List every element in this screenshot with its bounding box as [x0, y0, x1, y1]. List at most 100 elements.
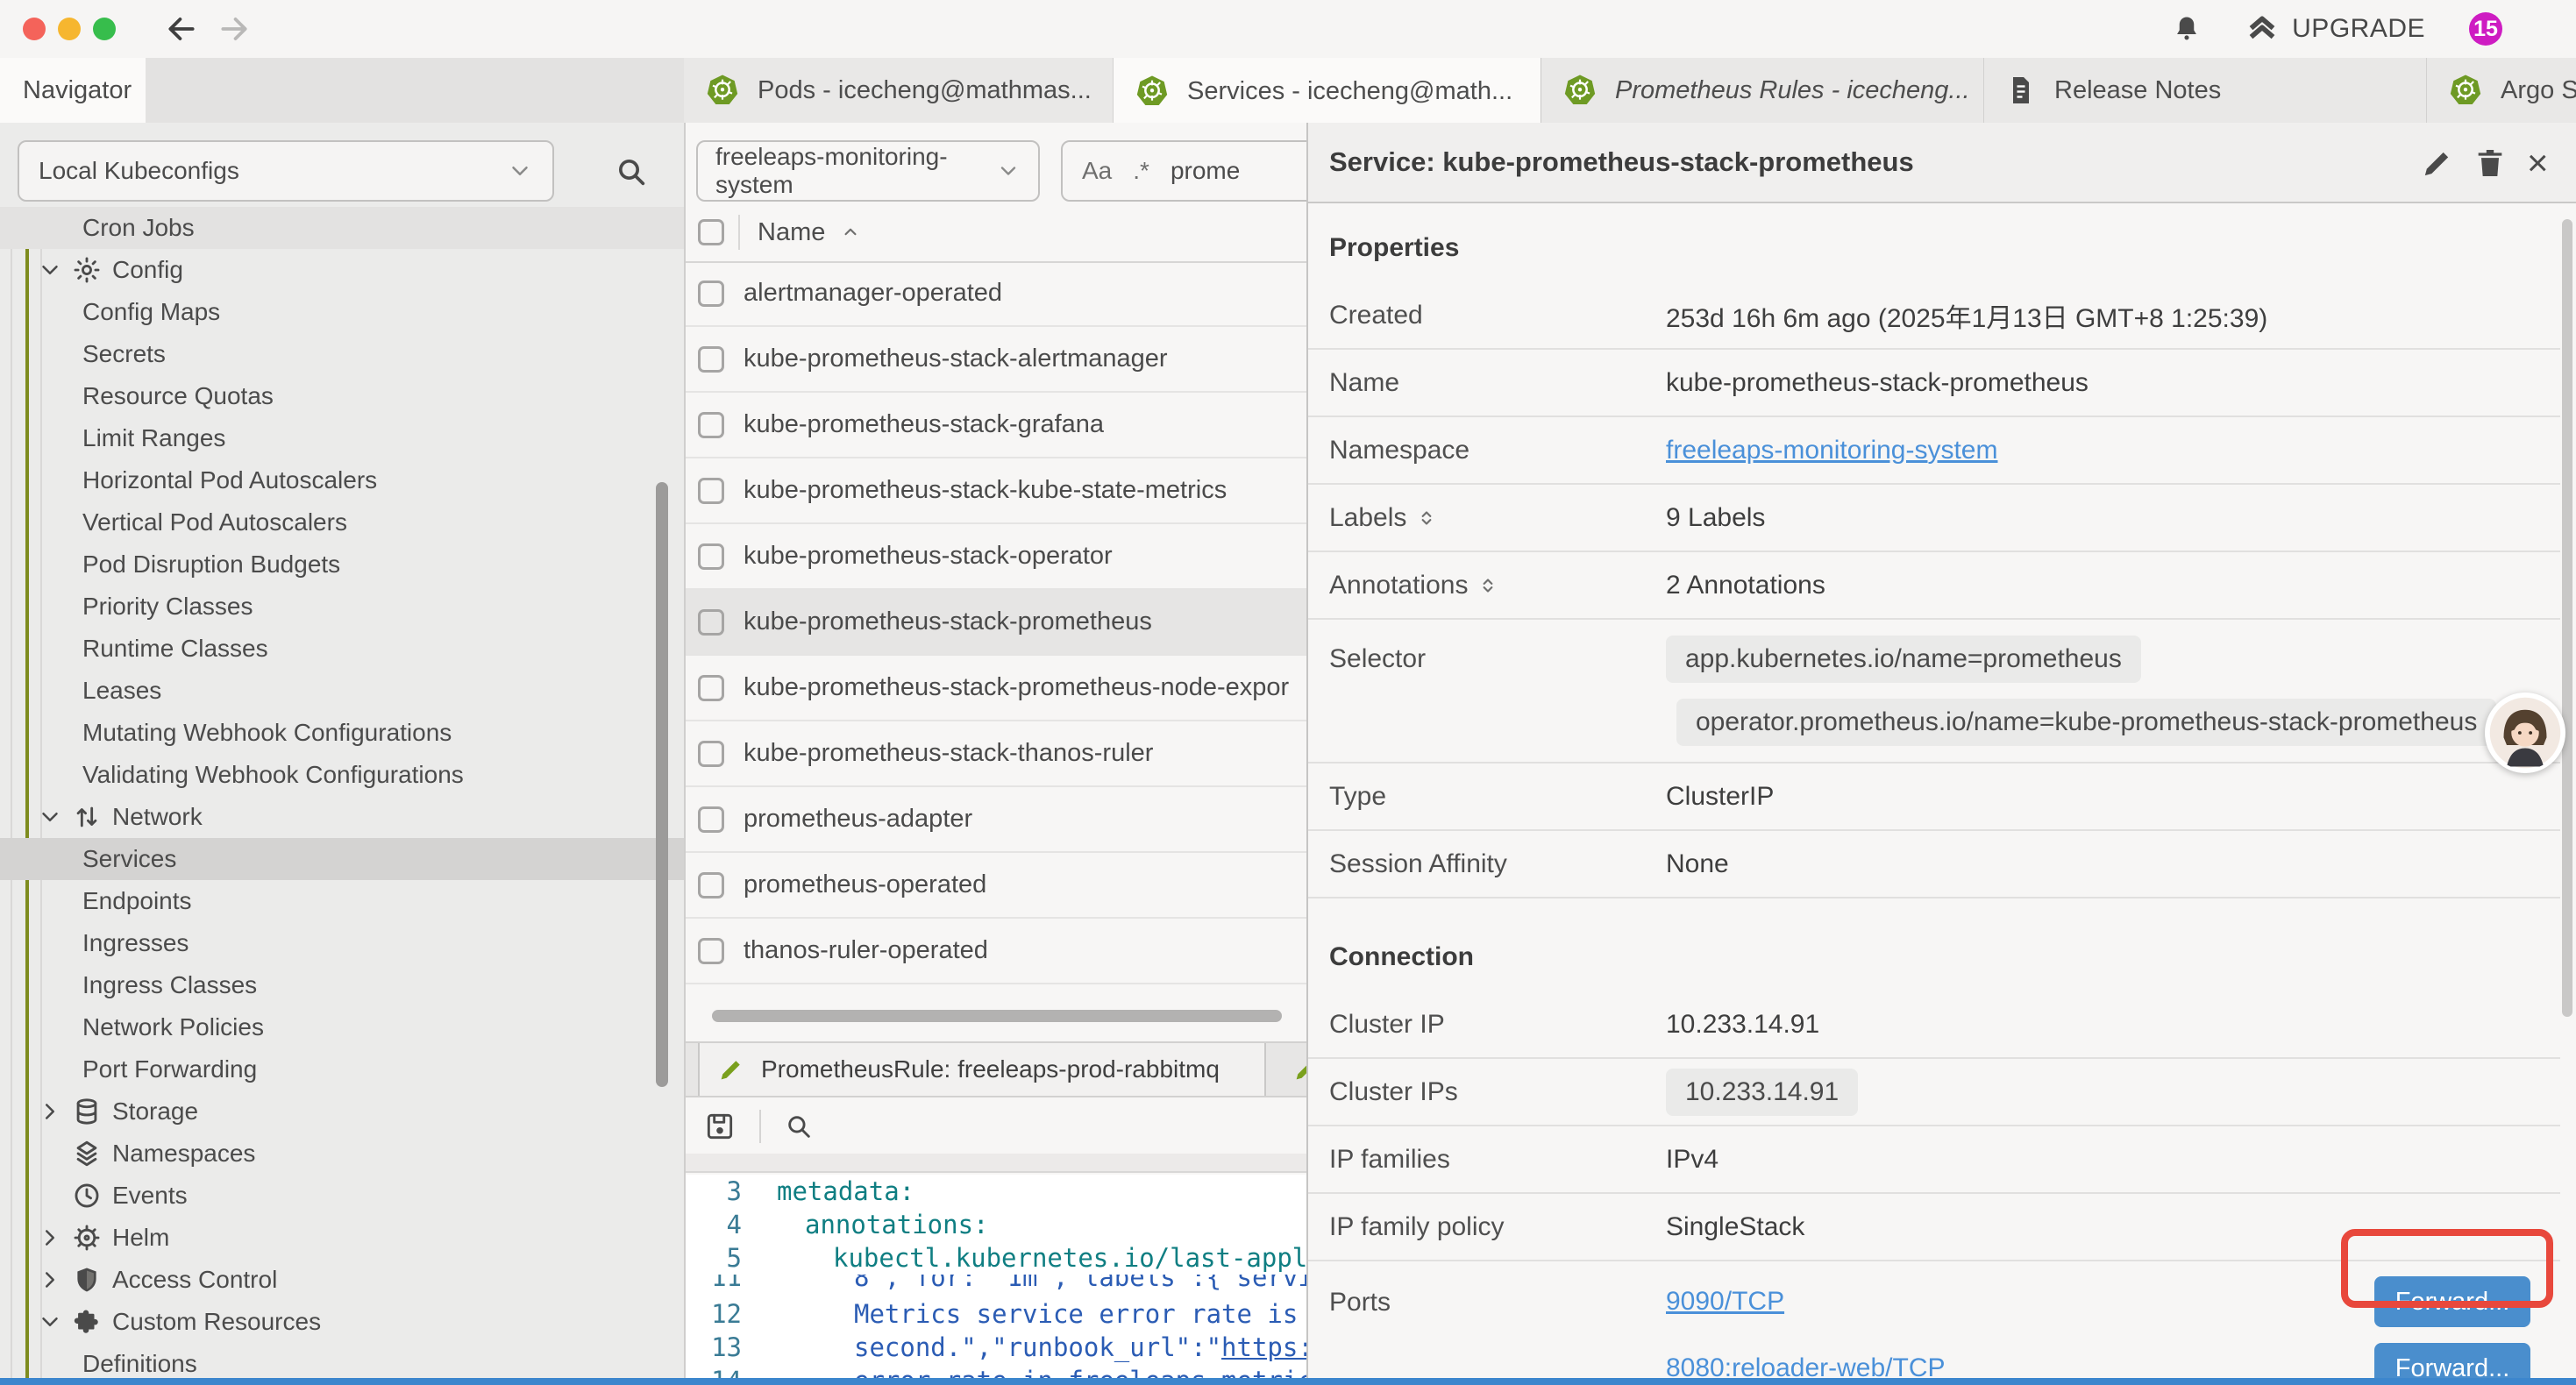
- regex-icon[interactable]: .*: [1133, 157, 1149, 185]
- close-panel-icon[interactable]: ×: [2527, 146, 2562, 181]
- notifications-bell-icon[interactable]: [2171, 13, 2202, 45]
- sidebar-item-custom-resources[interactable]: Custom Resources: [0, 1301, 684, 1343]
- table-row[interactable]: kube-prometheus-stack-alertmanager: [686, 327, 1308, 393]
- selector-chip[interactable]: operator.prometheus.io/name=kube-prometh…: [1676, 699, 2496, 746]
- chevron-right-icon[interactable]: [37, 1098, 63, 1125]
- sidebar-item-runtime-classes[interactable]: Runtime Classes: [0, 628, 684, 670]
- sidebar-item-network-policies[interactable]: Network Policies: [0, 1006, 684, 1048]
- chevron-right-icon[interactable]: [37, 1225, 63, 1251]
- close-window-button[interactable]: [23, 18, 46, 40]
- editor-tab-stub[interactable]: [1280, 1043, 1308, 1096]
- row-checkbox[interactable]: [698, 543, 724, 570]
- sidebar-item-helm[interactable]: Helm: [0, 1217, 684, 1259]
- chevron-down-icon[interactable]: [37, 1309, 63, 1335]
- tab-prometheus-rules[interactable]: Prometheus Rules - icecheng...: [1541, 58, 1984, 123]
- sidebar-item-priority-classes[interactable]: Priority Classes: [0, 586, 684, 628]
- chevron-down-icon[interactable]: [37, 804, 63, 830]
- table-row[interactable]: kube-prometheus-stack-grafana: [686, 393, 1308, 458]
- port-link-9090[interactable]: 9090/TCP: [1666, 1287, 1784, 1317]
- sidebar-search-icon[interactable]: [614, 154, 649, 189]
- horizontal-scrollbar[interactable]: [712, 1010, 1282, 1022]
- row-checkbox[interactable]: [698, 938, 724, 964]
- editor-tab-prometheusrule[interactable]: PrometheusRule: freeleaps-prod-rabbitmq: [698, 1043, 1266, 1096]
- editor-toolbar: [686, 1099, 1308, 1154]
- delete-trash-icon[interactable]: [2473, 146, 2508, 181]
- sidebar-item-storage[interactable]: Storage: [0, 1090, 684, 1133]
- sidebar-item-resource-quotas[interactable]: Resource Quotas: [0, 375, 684, 417]
- row-checkbox[interactable]: [698, 478, 724, 504]
- upgrade-chevrons-icon[interactable]: [2245, 11, 2280, 46]
- forward-arrow-icon[interactable]: [217, 12, 251, 46]
- selector-chip[interactable]: app.kubernetes.io/name=prometheus: [1666, 636, 2141, 683]
- row-checkbox[interactable]: [698, 412, 724, 438]
- sidebar-item-cron-jobs[interactable]: Cron Jobs: [0, 207, 684, 249]
- sidebar-item-mutating-webhook-configurations[interactable]: Mutating Webhook Configurations: [0, 712, 684, 754]
- expand-collapse-icon[interactable]: [1415, 507, 1438, 529]
- cluster-ip-chip[interactable]: 10.233.14.91: [1666, 1069, 1858, 1116]
- table-row[interactable]: prometheus-operated: [686, 853, 1308, 919]
- sidebar-item-config[interactable]: Config: [0, 249, 684, 291]
- table-row[interactable]: prometheus-adapter: [686, 787, 1308, 853]
- tab-argo[interactable]: Argo Se: [2427, 58, 2576, 123]
- table-row[interactable]: kube-prometheus-stack-thanos-ruler: [686, 721, 1308, 787]
- chevron-down-icon[interactable]: [37, 257, 63, 283]
- sidebar-item-ingresses[interactable]: Ingresses: [0, 922, 684, 964]
- panel-scrollbar[interactable]: [2562, 219, 2572, 1017]
- row-checkbox[interactable]: [698, 609, 724, 636]
- editor-search-icon[interactable]: [784, 1112, 814, 1141]
- navigator-panel-tab[interactable]: Navigator: [0, 58, 146, 123]
- sort-ascending-icon[interactable]: [839, 221, 862, 244]
- upgrade-button[interactable]: UPGRADE: [2292, 14, 2425, 44]
- sidebar-item-port-forwarding[interactable]: Port Forwarding: [0, 1048, 684, 1090]
- sidebar-item-horizontal-pod-autoscalers[interactable]: Horizontal Pod Autoscalers: [0, 459, 684, 501]
- row-checkbox[interactable]: [698, 281, 724, 307]
- table-row[interactable]: alertmanager-operated: [686, 261, 1308, 327]
- sidebar-item-endpoints[interactable]: Endpoints: [0, 880, 684, 922]
- avatar[interactable]: [2485, 692, 2565, 773]
- row-checkbox[interactable]: [698, 675, 724, 701]
- sidebar-item-namespaces[interactable]: Namespaces: [0, 1133, 684, 1175]
- sidebar-item-vertical-pod-autoscalers[interactable]: Vertical Pod Autoscalers: [0, 501, 684, 543]
- sidebar-item-config-maps[interactable]: Config Maps: [0, 291, 684, 333]
- tab-pods[interactable]: Pods - icecheng@mathmas...: [684, 58, 1114, 123]
- notification-count-badge[interactable]: 15: [2469, 12, 2502, 46]
- sidebar-item-access-control[interactable]: Access Control: [0, 1259, 684, 1301]
- namespace-link[interactable]: freeleaps-monitoring-system: [1666, 436, 1997, 465]
- tab-release-notes[interactable]: Release Notes: [1984, 58, 2427, 123]
- match-case-icon[interactable]: Aa: [1082, 157, 1112, 185]
- sidebar-item-ingress-classes[interactable]: Ingress Classes: [0, 964, 684, 1006]
- sidebar-item-pod-disruption-budgets[interactable]: Pod Disruption Budgets: [0, 543, 684, 586]
- row-checkbox[interactable]: [698, 806, 724, 833]
- table-row-selected[interactable]: kube-prometheus-stack-prometheus: [686, 590, 1308, 656]
- row-checkbox[interactable]: [698, 872, 724, 898]
- name-column-header[interactable]: Name: [758, 218, 825, 247]
- runbook-url-link[interactable]: https://net: [1221, 1332, 1308, 1362]
- sidebar-item-network[interactable]: Network: [0, 796, 684, 838]
- edit-pencil-icon[interactable]: [2420, 146, 2455, 181]
- save-icon[interactable]: [703, 1110, 737, 1143]
- table-row[interactable]: kube-prometheus-stack-kube-state-metrics: [686, 458, 1308, 524]
- table-row[interactable]: kube-prometheus-stack-operator: [686, 524, 1308, 590]
- sidebar-item-leases[interactable]: Leases: [0, 670, 684, 712]
- row-checkbox[interactable]: [698, 346, 724, 373]
- back-arrow-icon[interactable]: [165, 12, 198, 46]
- table-row[interactable]: thanos-ruler-operated: [686, 919, 1308, 984]
- select-all-checkbox[interactable]: [698, 219, 724, 245]
- sidebar-scrollbar[interactable]: [656, 482, 668, 1087]
- sidebar-item-services[interactable]: Services: [0, 838, 684, 880]
- list-search-input[interactable]: Aa .* prome: [1061, 140, 1308, 202]
- row-checkbox[interactable]: [698, 741, 724, 767]
- sidebar-item-limit-ranges[interactable]: Limit Ranges: [0, 417, 684, 459]
- expand-collapse-icon[interactable]: [1477, 574, 1499, 597]
- maximize-window-button[interactable]: [93, 18, 116, 40]
- table-row[interactable]: kube-prometheus-stack-prometheus-node-ex…: [686, 656, 1308, 721]
- namespace-filter-dropdown[interactable]: freeleaps-monitoring-system: [696, 140, 1040, 202]
- sidebar-item-validating-webhook-configurations[interactable]: Validating Webhook Configurations: [0, 754, 684, 796]
- kubeconfig-context-selector[interactable]: Local Kubeconfigs: [18, 140, 554, 202]
- tab-services-active[interactable]: Services - icecheng@math... ×: [1114, 58, 1541, 124]
- sidebar-item-events[interactable]: Events: [0, 1175, 684, 1217]
- sidebar-item-secrets[interactable]: Secrets: [0, 333, 684, 375]
- minimize-window-button[interactable]: [58, 18, 81, 40]
- yaml-editor[interactable]: 3metadata: 4annotations: 5kubectl.kubern…: [686, 1175, 1308, 1385]
- chevron-right-icon[interactable]: [37, 1267, 63, 1293]
